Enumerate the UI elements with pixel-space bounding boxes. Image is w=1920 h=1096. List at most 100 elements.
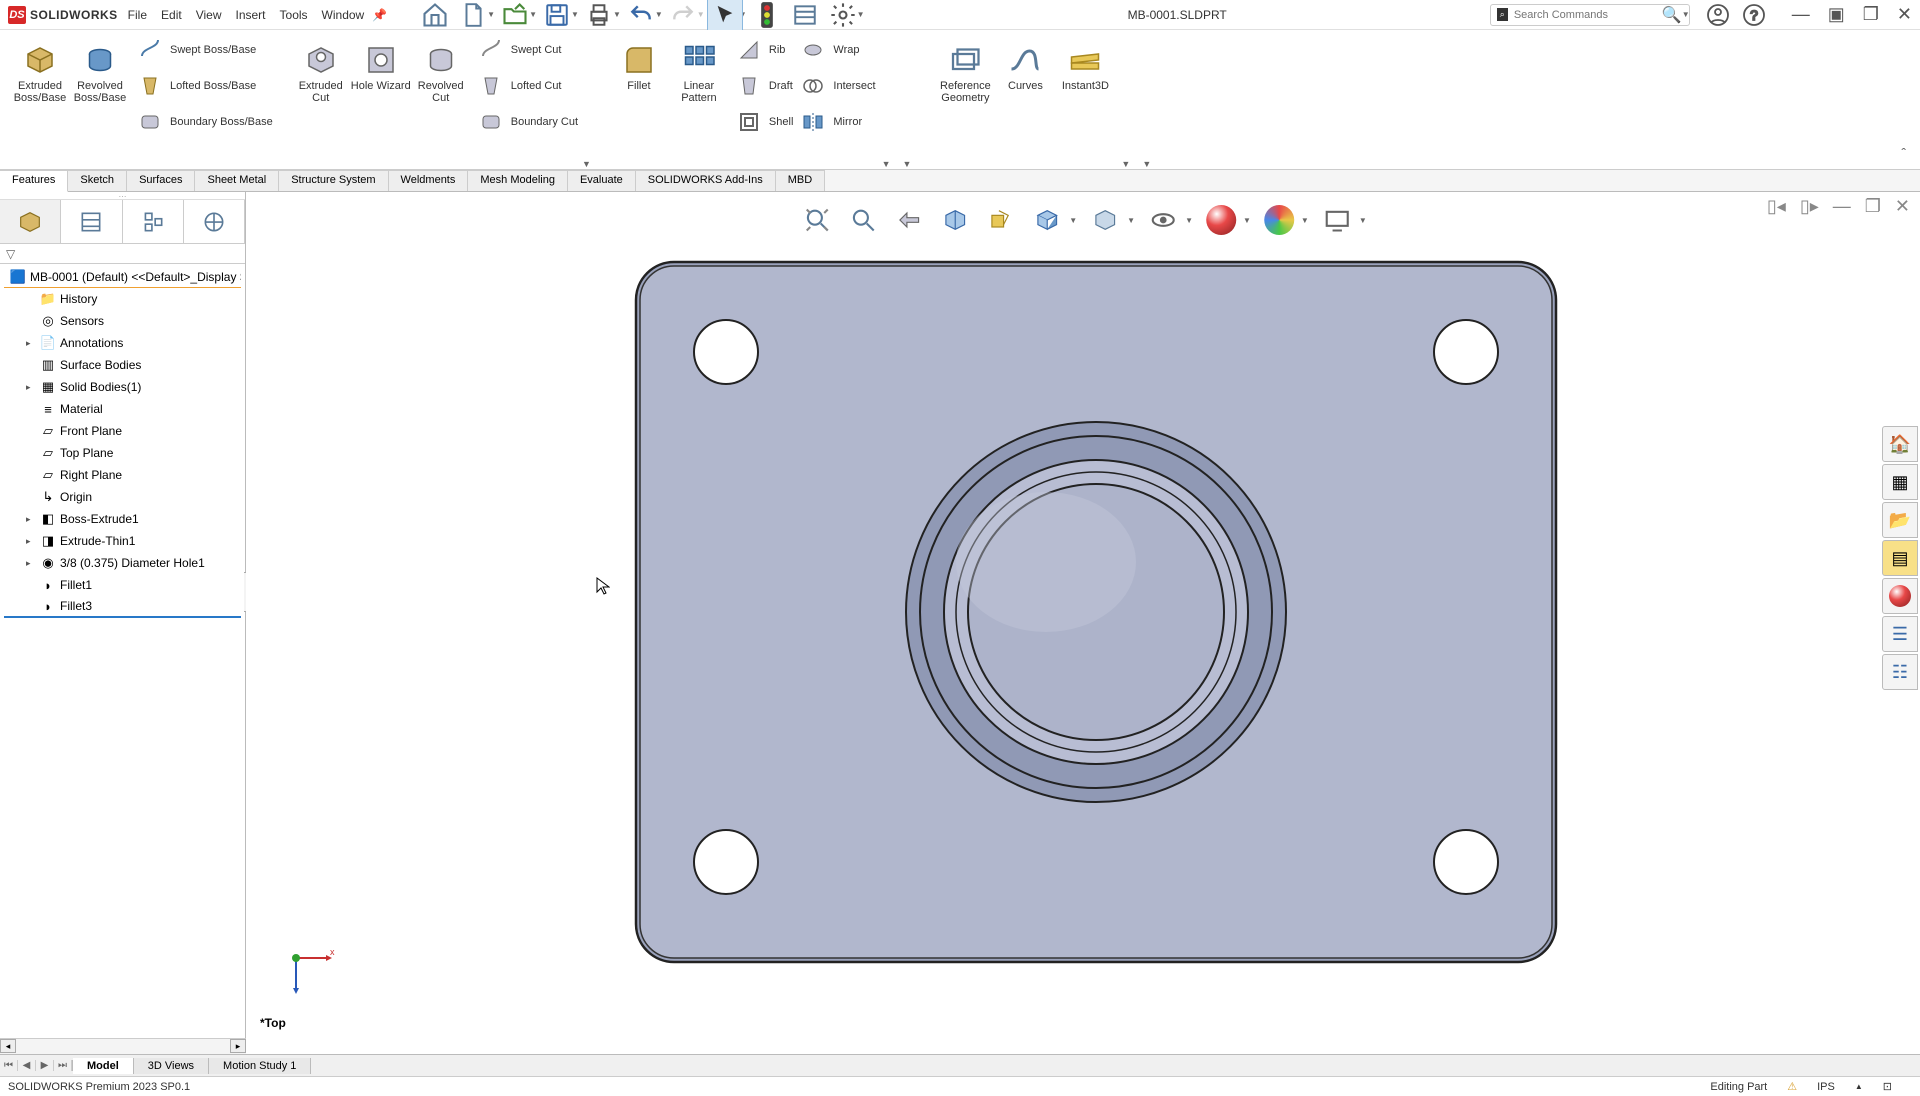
expand-icon[interactable]: ▸: [26, 514, 36, 525]
draft-button[interactable]: Draft: [735, 72, 793, 100]
intersect-button[interactable]: Intersect: [799, 72, 875, 100]
scroll-right-icon[interactable]: ▸: [230, 1039, 246, 1053]
rib-button[interactable]: Rib: [735, 36, 793, 64]
dropdown-caret[interactable]: ▼: [882, 159, 891, 169]
help-icon[interactable]: ?: [1736, 0, 1772, 33]
home-icon[interactable]: [417, 0, 453, 33]
tree-item[interactable]: ◗Fillet3: [4, 596, 241, 618]
tab-motion-study[interactable]: Motion Study 1: [209, 1058, 311, 1074]
coordinate-triad[interactable]: x: [276, 938, 336, 998]
extruded-cut-button[interactable]: Extruded Cut: [291, 36, 351, 104]
status-expand-icon[interactable]: ⊡: [1883, 1080, 1892, 1093]
doc-minimize-icon[interactable]: —: [1833, 196, 1851, 217]
dynamic-annotation-icon[interactable]: [983, 202, 1019, 238]
swept-cut-button[interactable]: Swept Cut: [477, 36, 578, 64]
previous-view-icon[interactable]: [891, 202, 927, 238]
fillet-button[interactable]: Fillet: [609, 36, 669, 92]
tree-item[interactable]: ▸▦Solid Bodies(1): [4, 376, 241, 398]
pin-icon[interactable]: 📌: [372, 8, 387, 22]
tp-forum-icon[interactable]: ☷: [1882, 654, 1918, 690]
tab-last-icon[interactable]: ⏭: [54, 1060, 72, 1071]
tab-addins[interactable]: SOLIDWORKS Add-Ins: [636, 170, 776, 191]
dropdown-caret[interactable]: ▼: [1069, 216, 1077, 225]
dropdown-caret[interactable]: ▼: [1359, 216, 1367, 225]
linear-pattern-button[interactable]: Linear Pattern: [669, 36, 729, 104]
minimize-icon[interactable]: —: [1792, 4, 1810, 25]
view-settings-icon[interactable]: [1319, 202, 1355, 238]
user-icon[interactable]: [1700, 0, 1736, 33]
tab-sketch[interactable]: Sketch: [68, 170, 127, 191]
tree-item[interactable]: ▱Right Plane: [4, 464, 241, 486]
tab-3d-views[interactable]: 3D Views: [134, 1058, 209, 1074]
collapse-ribbon-icon[interactable]: ˆ: [1901, 145, 1906, 161]
expand-icon[interactable]: ▸: [26, 536, 36, 547]
layout-icon[interactable]: ▣: [1828, 4, 1845, 25]
tab-mesh-modeling[interactable]: Mesh Modeling: [468, 170, 568, 191]
dropdown-caret[interactable]: ▼: [903, 159, 912, 169]
tp-library-icon[interactable]: 📂: [1882, 502, 1918, 538]
fm-tab-dimxpert[interactable]: [184, 200, 245, 243]
tree-item[interactable]: ▥Surface Bodies: [4, 354, 241, 376]
dropdown-caret[interactable]: ▼: [1682, 10, 1690, 19]
tree-item[interactable]: ▱Front Plane: [4, 420, 241, 442]
dropdown-caret[interactable]: ▼: [582, 159, 591, 169]
view-orientation-icon[interactable]: [1029, 202, 1065, 238]
part-model[interactable]: [626, 252, 1566, 972]
tab-features[interactable]: Features: [0, 170, 68, 192]
zoom-area-icon[interactable]: [845, 202, 881, 238]
tree-item[interactable]: ▸◨Extrude-Thin1: [4, 530, 241, 552]
options-list-icon[interactable]: [787, 0, 823, 33]
tree-item[interactable]: ▱Top Plane: [4, 442, 241, 464]
fm-tab-tree[interactable]: [0, 200, 61, 243]
tree-item[interactable]: ↳Origin: [4, 486, 241, 508]
menu-file[interactable]: File: [128, 8, 147, 22]
tree-item[interactable]: ▸◧Boss-Extrude1: [4, 508, 241, 530]
hide-show-icon[interactable]: [1145, 202, 1181, 238]
hole-wizard-button[interactable]: Hole Wizard: [351, 36, 411, 92]
lofted-boss-button[interactable]: Lofted Boss/Base: [136, 72, 273, 100]
instant3d-button[interactable]: Instant3D: [1055, 36, 1115, 92]
menu-tools[interactable]: Tools: [280, 8, 308, 22]
status-warning-icon[interactable]: ⚠: [1787, 1080, 1797, 1093]
undo-icon[interactable]: [623, 0, 659, 33]
curves-button[interactable]: Curves: [995, 36, 1055, 92]
doc-next-icon[interactable]: ▯▸: [1800, 196, 1819, 217]
tab-sheet-metal[interactable]: Sheet Metal: [195, 170, 279, 191]
menu-view[interactable]: View: [196, 8, 222, 22]
dropdown-caret[interactable]: ▼: [1301, 216, 1309, 225]
tree-item[interactable]: 📁History: [4, 288, 241, 310]
swept-boss-button[interactable]: Swept Boss/Base: [136, 36, 273, 64]
section-view-icon[interactable]: [937, 202, 973, 238]
revolved-cut-button[interactable]: Revolved Cut: [411, 36, 471, 104]
new-icon[interactable]: [455, 0, 491, 33]
print-icon[interactable]: [581, 0, 617, 33]
wrap-button[interactable]: Wrap: [799, 36, 875, 64]
graphics-viewport[interactable]: ▼ ▼ ▼ ▼ ▼ ▼ ▯◂ ▯▸ — ❐ ✕: [246, 192, 1920, 1038]
tp-view-palette-icon[interactable]: ▤: [1882, 540, 1918, 576]
tab-evaluate[interactable]: Evaluate: [568, 170, 636, 191]
menu-window[interactable]: Window: [322, 8, 365, 22]
scene-icon[interactable]: [1261, 202, 1297, 238]
mirror-button[interactable]: Mirror: [799, 108, 875, 136]
search-input[interactable]: [1514, 9, 1656, 21]
restore-icon[interactable]: ❐: [1863, 4, 1879, 25]
traffic-light-icon[interactable]: [749, 0, 785, 33]
scroll-left-icon[interactable]: ◂: [0, 1039, 16, 1053]
tab-prev-icon[interactable]: ◀: [18, 1060, 36, 1071]
display-style-icon[interactable]: [1087, 202, 1123, 238]
extruded-boss-button[interactable]: Extruded Boss/Base: [10, 36, 70, 104]
dropdown-caret[interactable]: ▼: [1121, 159, 1130, 169]
dropdown-caret[interactable]: ▼: [1127, 216, 1135, 225]
expand-icon[interactable]: ▸: [26, 338, 36, 349]
open-icon[interactable]: [497, 0, 533, 33]
dropdown-caret[interactable]: ▼: [1243, 216, 1251, 225]
gear-icon[interactable]: [825, 0, 861, 33]
lofted-cut-button[interactable]: Lofted Cut: [477, 72, 578, 100]
tab-weldments[interactable]: Weldments: [389, 170, 469, 191]
menu-insert[interactable]: Insert: [236, 8, 266, 22]
fm-tab-property[interactable]: [61, 200, 122, 243]
zoom-fit-icon[interactable]: [799, 202, 835, 238]
tab-mbd[interactable]: MBD: [776, 170, 825, 191]
tree-scrollbar[interactable]: ◂ ▸: [0, 1038, 246, 1054]
tree-filter-bar[interactable]: ▽: [0, 244, 245, 264]
